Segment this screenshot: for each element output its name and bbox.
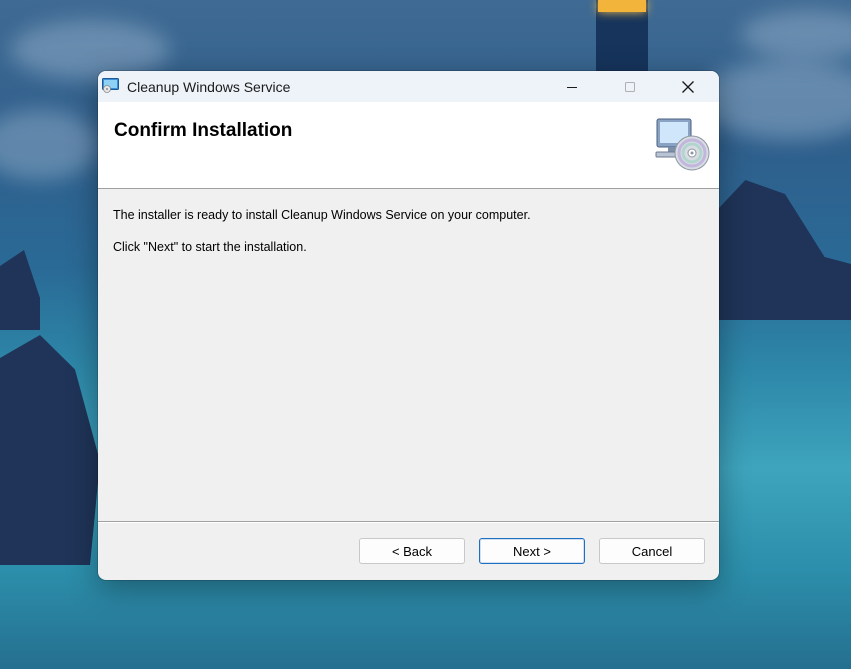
maximize-button[interactable]	[601, 71, 659, 102]
close-button[interactable]	[659, 71, 717, 102]
cancel-button[interactable]: Cancel	[599, 538, 705, 564]
installer-dialog: Cleanup Windows Service Confirm Installa…	[98, 71, 719, 580]
next-button[interactable]: Next >	[479, 538, 585, 564]
close-icon	[682, 80, 694, 93]
maximize-icon	[625, 81, 635, 92]
title-bar[interactable]: Cleanup Windows Service	[98, 71, 719, 102]
minimize-button[interactable]	[543, 71, 601, 102]
lighthouse	[596, 0, 648, 80]
back-button[interactable]: < Back	[359, 538, 465, 564]
lighthouse-light	[598, 0, 646, 12]
dialog-header: Confirm Installation	[98, 102, 719, 189]
page-title: Confirm Installation	[114, 120, 293, 141]
instruction-message: Click "Next" to start the installation.	[113, 240, 307, 254]
footer-divider	[98, 521, 719, 523]
ready-message: The installer is ready to install Cleanu…	[113, 208, 531, 222]
minimize-icon	[567, 86, 577, 88]
window-title: Cleanup Windows Service	[127, 79, 291, 95]
installer-app-icon	[102, 78, 119, 93]
computer-cd-icon	[655, 118, 710, 171]
